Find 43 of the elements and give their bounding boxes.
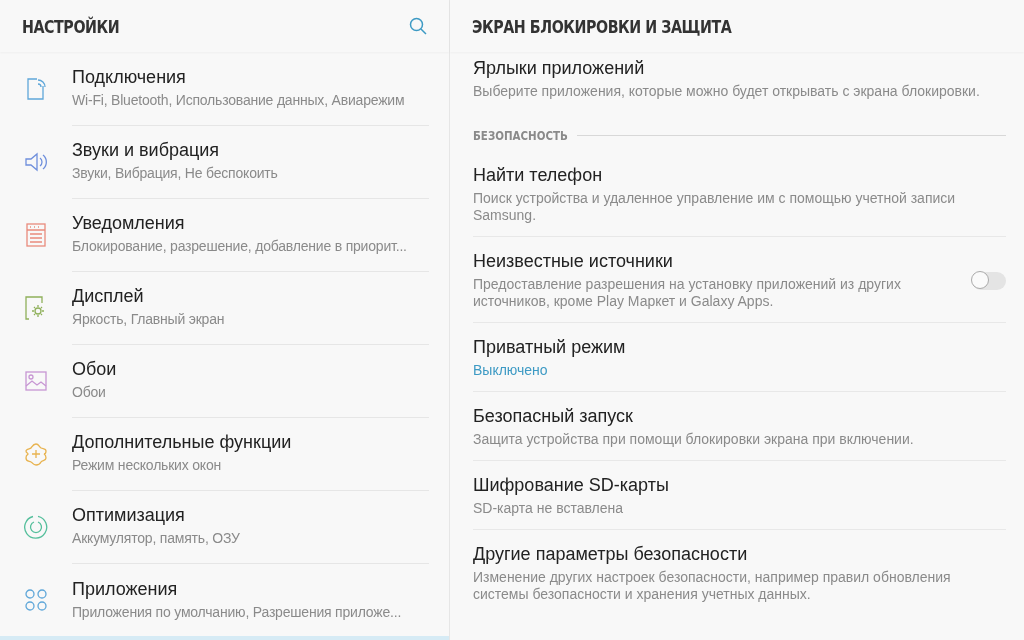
menu-item-title[interactable]: Обои [72, 359, 429, 380]
section-header: БЕЗОПАСНОСТЬ [473, 128, 568, 143]
setting-status: Выключено [473, 362, 549, 379]
menu-item-subtitle: Обои [72, 384, 107, 401]
setting-description: Предоставление разрешения на установку приложений из других источников, кроме Play Маркет и Galaxy Apps. [473, 276, 902, 310]
menu-item-title[interactable]: Приложения [72, 578, 429, 600]
setting-description: Защита устройства при помощи блокировки экрана при включении. [473, 431, 915, 448]
setting-title[interactable]: Неизвестные источники [473, 251, 948, 272]
menu-item-title[interactable]: Звуки и вибрация [72, 140, 429, 161]
toggle-switch[interactable] [972, 271, 1006, 290]
menu-item-title[interactable]: Дисплей [72, 286, 429, 307]
menu-item-subtitle: Аккумулятор, память, ОЗУ [72, 530, 241, 547]
menu-item-title[interactable]: Дополнительные функции [72, 432, 429, 453]
menu-item-title[interactable]: Уведомления [72, 213, 429, 234]
menu-item-subtitle: Блокирование, разрешение, добавление в приорит... [72, 238, 408, 255]
menu-item-subtitle: Приложения по умолчанию, Разрешения приложе... [72, 603, 403, 621]
puzzle-plus-icon [24, 441, 48, 466]
setting-title[interactable]: Другие параметры безопасности [473, 544, 1006, 565]
setting-title[interactable]: Ярлыки приложений [473, 58, 1006, 79]
refresh-circle-icon [24, 514, 48, 539]
menu-item-title[interactable]: Подключения [72, 67, 429, 88]
setting-title[interactable]: Найти телефон [473, 165, 1006, 186]
display-brightness-icon [25, 295, 47, 320]
menu-item-subtitle: Звуки, Вибрация, Не беспокоить [72, 165, 279, 182]
menu-item-subtitle: Режим нескольких окон [72, 457, 222, 474]
speaker-icon [24, 150, 48, 173]
search-icon[interactable] [409, 17, 427, 35]
setting-description: Выберите приложения, которые можно будет открывать с экрана блокировки. [473, 83, 981, 100]
menu-item-subtitle: Яркость, Главный экран [72, 311, 226, 328]
setting-title[interactable]: Шифрование SD-карты [473, 475, 1006, 496]
setting-description: SD-карта не вставлена [473, 500, 625, 517]
menu-item-subtitle: Wi-Fi, Bluetooth, Использование данных, Авиарежим [72, 92, 406, 109]
lock-screen-title: ЭКРАН БЛОКИРОВКИ И ЗАЩИТА [472, 15, 732, 37]
setting-description: Изменение других настроек безопасности, например правил обновления системы безопасности и хранения учетных данных. [473, 569, 952, 603]
notification-list-icon [26, 222, 46, 247]
phone-signal-icon [25, 75, 47, 102]
image-icon [25, 370, 47, 391]
setting-title[interactable]: Безопасный запуск [473, 406, 1006, 427]
menu-item-title[interactable]: Оптимизация [72, 505, 429, 526]
apps-grid-icon [25, 588, 47, 611]
setting-title[interactable]: Приватный режим [473, 337, 1006, 358]
settings-title: НАСТРОЙКИ [22, 15, 120, 37]
setting-description: Поиск устройства и удаленное управление им с помощью учетной записи Samsung. [473, 190, 957, 224]
